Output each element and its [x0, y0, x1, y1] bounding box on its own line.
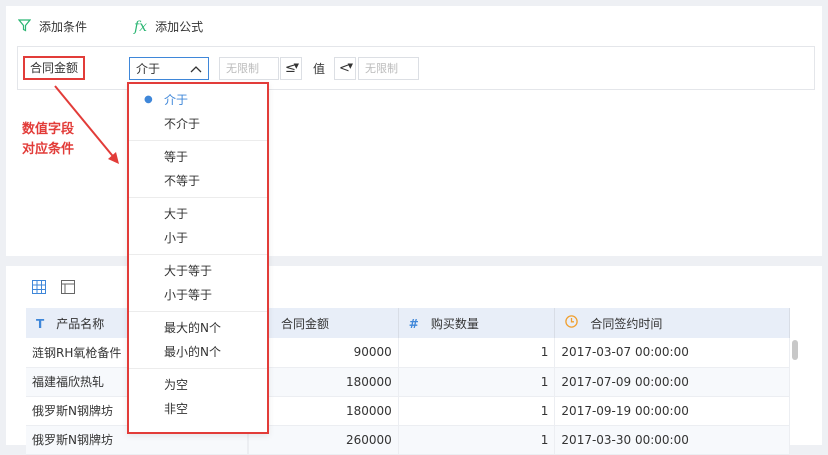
- option-label: 不等于: [164, 174, 201, 188]
- cell-quantity: 1: [398, 425, 556, 455]
- operator-dropdown: ● 介于 不介于 等于 不等于 大于 小于 大于等于 小于等于 最大的N个 最小的…: [127, 82, 269, 434]
- option-label: 小于: [164, 231, 189, 245]
- cell-date: 2017-09-19 00:00:00: [554, 396, 790, 426]
- option-label: 大于: [164, 207, 189, 221]
- cell-quantity: 1: [398, 367, 556, 397]
- column-header[interactable]: 合同签约时间: [554, 308, 790, 338]
- option-label: 最小的N个: [164, 345, 221, 359]
- option-label: 等于: [164, 150, 189, 164]
- cell-date: 2017-03-07 00:00:00: [554, 338, 790, 368]
- dropdown-group: 大于 小于: [129, 198, 267, 255]
- option-label: 非空: [164, 402, 189, 416]
- dropdown-group: ● 介于 不介于: [129, 84, 267, 141]
- option-less-equal[interactable]: 小于等于: [129, 283, 267, 307]
- cell-amount: 180000: [248, 367, 399, 397]
- text-type-icon: T: [36, 316, 45, 331]
- option-label: 介于: [164, 93, 189, 107]
- column-header-label: 合同签约时间: [590, 316, 663, 331]
- option-greater-equal[interactable]: 大于等于: [129, 259, 267, 283]
- column-header[interactable]: # 购买数量: [398, 308, 556, 338]
- option-not-empty[interactable]: 非空: [129, 397, 267, 421]
- option-not-equal[interactable]: 不等于: [129, 169, 267, 193]
- panel-view-icon[interactable]: [61, 280, 75, 297]
- cell-date: 2017-07-09 00:00:00: [554, 367, 790, 397]
- option-label: 最大的N个: [164, 321, 221, 335]
- dropdown-group: 为空 非空: [129, 369, 267, 425]
- column-header-label: 产品名称: [56, 316, 105, 331]
- option-top-n[interactable]: 最大的N个: [129, 316, 267, 340]
- cell-quantity: 1: [398, 338, 556, 368]
- option-greater[interactable]: 大于: [129, 202, 267, 226]
- grid-view-icon[interactable]: [32, 280, 46, 297]
- cell-amount: 90000: [248, 338, 399, 368]
- option-not-between[interactable]: 不介于: [129, 112, 267, 136]
- column-header-label: 购买数量: [430, 316, 479, 331]
- dropdown-group: 最大的N个 最小的N个: [129, 312, 267, 369]
- cell-amount: 260000: [248, 425, 399, 455]
- vertical-scrollbar[interactable]: [792, 340, 798, 360]
- option-label: 不介于: [164, 117, 201, 131]
- dropdown-group: 等于 不等于: [129, 141, 267, 198]
- cell-amount: 180000: [248, 396, 399, 426]
- option-label: 为空: [164, 378, 189, 392]
- option-label: 小于等于: [164, 288, 213, 302]
- option-less[interactable]: 小于: [129, 226, 267, 250]
- number-type-icon: #: [408, 316, 419, 331]
- cell-date: 2017-03-30 00:00:00: [554, 425, 790, 455]
- option-bottom-n[interactable]: 最小的N个: [129, 340, 267, 364]
- column-header[interactable]: 合同金额: [248, 308, 399, 338]
- option-between[interactable]: ● 介于: [129, 88, 267, 112]
- cell-quantity: 1: [398, 396, 556, 426]
- selected-dot-icon: ●: [144, 94, 153, 105]
- option-is-empty[interactable]: 为空: [129, 373, 267, 397]
- clock-icon: [565, 314, 579, 331]
- option-label: 大于等于: [164, 264, 213, 278]
- column-header-label: 合同金额: [281, 316, 330, 331]
- option-equal[interactable]: 等于: [129, 145, 267, 169]
- dropdown-group: 大于等于 小于等于: [129, 255, 267, 312]
